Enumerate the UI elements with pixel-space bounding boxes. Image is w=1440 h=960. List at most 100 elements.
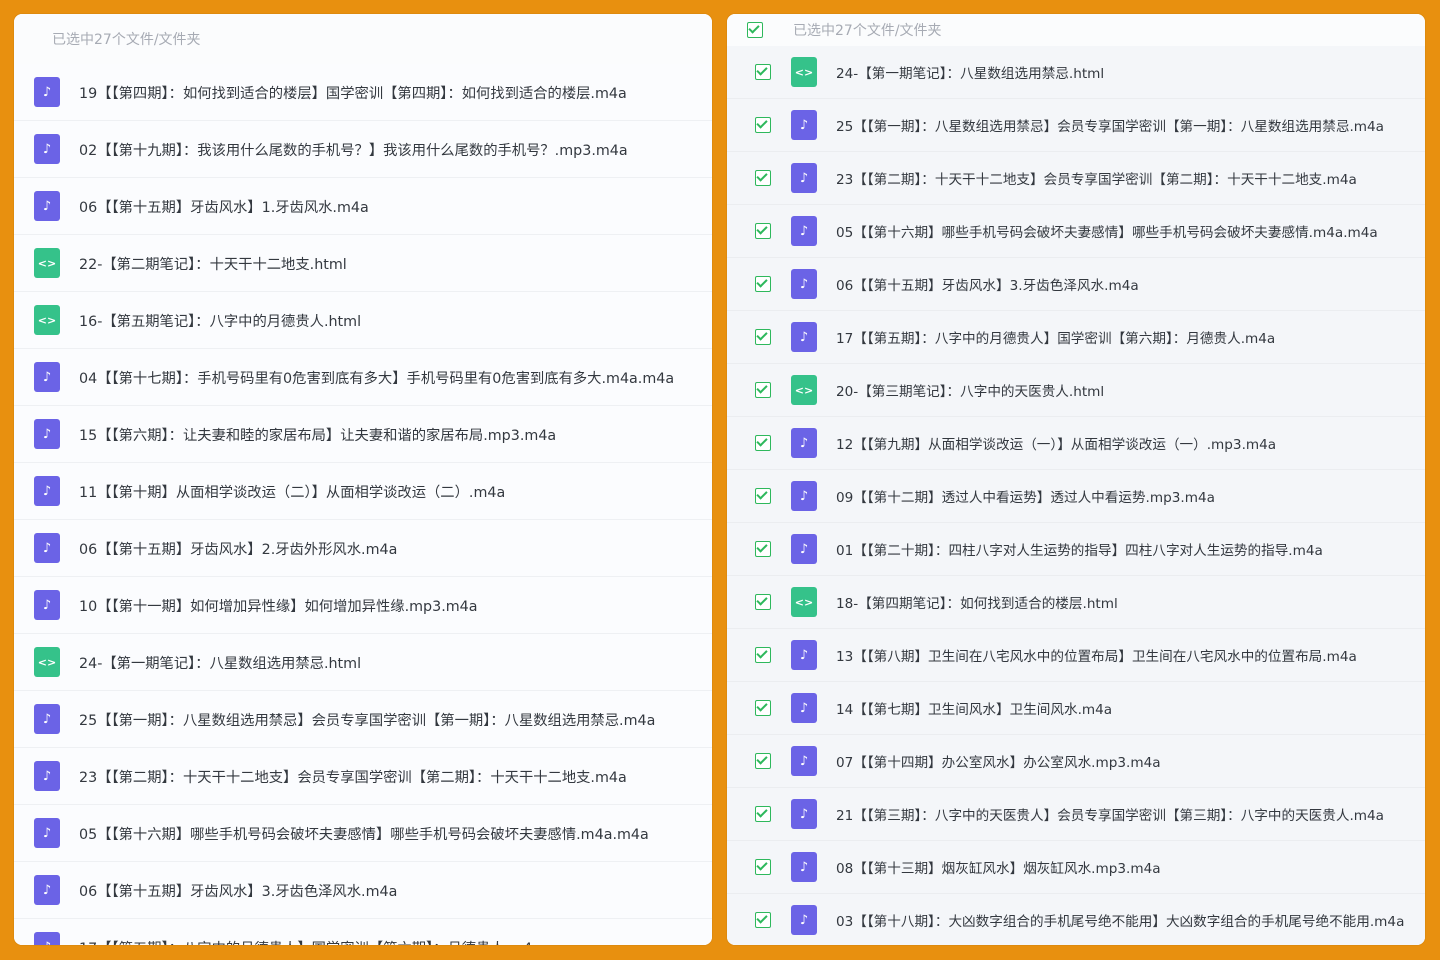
file-row[interactable]: ♪ 05【【第十六期】哪些手机号码会破坏夫妻感情】哪些手机号码会破坏夫妻感情.m4… <box>14 805 712 862</box>
audio-file-icon: ♪ <box>34 362 60 392</box>
file-row[interactable]: ♪ 04【【第十七期】：手机号码里有0危害到底有多大】手机号码里有0危害到底有多大… <box>14 349 712 406</box>
audio-file-icon: ♪ <box>791 216 817 246</box>
file-checkbox[interactable] <box>755 223 771 239</box>
file-name: 06【【第十五期】牙齿风水】3.牙齿色泽风水.m4a <box>836 278 1139 294</box>
selection-count-header: 已选中27个文件/文件夹 <box>727 14 1425 47</box>
audio-file-icon: ♪ <box>791 110 817 140</box>
file-name: 06【【第十五期】牙齿风水】1.牙齿风水.m4a <box>79 199 369 216</box>
html-file-icon: <> <box>34 647 60 677</box>
file-checkbox[interactable] <box>755 170 771 186</box>
file-row[interactable]: ♪ 17【【第五期】：八字中的月德贵人】国学密训【第六期】：月德贵人.m4a <box>14 919 712 945</box>
file-row[interactable]: ♪ 06【【第十五期】牙齿风水】2.牙齿外形风水.m4a <box>14 520 712 577</box>
file-name: 15【【第六期】：让夫妻和睦的家居布局】让夫妻和谐的家居布局.mp3.m4a <box>79 427 557 444</box>
file-name: 22-【第二期笔记】：十天干十二地支.html <box>79 256 347 273</box>
file-checkbox[interactable] <box>755 276 771 292</box>
audio-file-icon: ♪ <box>34 704 60 734</box>
file-row[interactable]: ♪ 07【【第十四期】办公室风水】办公室风水.mp3.m4a <box>727 735 1425 788</box>
file-name: 23【【第二期】：十天干十二地支】会员专享国学密训【第二期】：十天干十二地支.m… <box>836 172 1357 188</box>
file-checkbox[interactable] <box>755 753 771 769</box>
file-name: 03【【第十八期】：大凶数字组合的手机尾号绝不能用】大凶数字组合的手机尾号绝不能… <box>836 914 1405 930</box>
file-checkbox[interactable] <box>755 117 771 133</box>
file-row[interactable]: ♪ 06【【第十五期】牙齿风水】1.牙齿风水.m4a <box>14 178 712 235</box>
file-row[interactable]: ♪ 09【【第十二期】透过人中看运势】透过人中看运势.mp3.m4a <box>727 470 1425 523</box>
file-checkbox[interactable] <box>755 541 771 557</box>
file-row[interactable]: ♪ 25【【第一期】：八星数组选用禁忌】会员专享国学密训【第一期】：八星数组选用禁… <box>727 99 1425 152</box>
file-name: 10【【第十一期】如何增加异性缘】如何增加异性缘.mp3.m4a <box>79 598 478 615</box>
file-name: 16-【第五期笔记】：八字中的月德贵人.html <box>79 313 362 330</box>
file-name: 08【【第十三期】烟灰缸风水】烟灰缸风水.mp3.m4a <box>836 861 1161 877</box>
audio-file-icon: ♪ <box>791 693 817 723</box>
select-all-checkbox[interactable] <box>747 22 763 38</box>
file-row[interactable]: ♪ 13【【第八期】卫生间在八宅风水中的位置布局】卫生间在八宅风水中的位置布局.m… <box>727 629 1425 682</box>
file-checkbox[interactable] <box>755 64 771 80</box>
file-name: 20-【第三期笔记】：八字中的天医贵人.html <box>836 384 1105 400</box>
file-checkbox[interactable] <box>755 488 771 504</box>
file-name: 06【【第十五期】牙齿风水】3.牙齿色泽风水.m4a <box>79 883 398 900</box>
file-row[interactable]: ♪ 21【【第三期】：八字中的天医贵人】会员专享国学密训【第三期】：八字中的天医贵… <box>727 788 1425 841</box>
file-checkbox[interactable] <box>755 647 771 663</box>
file-row[interactable]: <> 20-【第三期笔记】：八字中的天医贵人.html <box>727 364 1425 417</box>
audio-file-icon: ♪ <box>791 428 817 458</box>
audio-file-icon: ♪ <box>791 640 817 670</box>
file-list: ♪ 19【【第四期】：如何找到适合的楼层】国学密训【第四期】：如何找到适合的楼层.… <box>14 64 712 945</box>
file-row[interactable]: ♪ 11【【第十期】从面相学谈改运（二）】从面相学谈改运（二）.m4a <box>14 463 712 520</box>
file-checkbox[interactable] <box>755 329 771 345</box>
audio-file-icon: ♪ <box>34 533 60 563</box>
file-name: 17【【第五期】：八字中的月德贵人】国学密训【第六期】：月德贵人.m4a <box>836 331 1276 347</box>
file-row[interactable]: ♪ 12【【第九期】从面相学谈改运（一）】从面相学谈改运（一）.mp3.m4a <box>727 417 1425 470</box>
file-name: 02【【第十九期】：我该用什么尾数的手机号？】我该用什么尾数的手机号？.mp3.… <box>79 142 628 159</box>
audio-file-icon: ♪ <box>34 932 60 945</box>
audio-file-icon: ♪ <box>791 852 817 882</box>
file-row[interactable]: <> 24-【第一期笔记】：八星数组选用禁忌.html <box>14 634 712 691</box>
file-name: 09【【第十二期】透过人中看运势】透过人中看运势.mp3.m4a <box>836 490 1215 506</box>
file-row[interactable]: <> 22-【第二期笔记】：十天干十二地支.html <box>14 235 712 292</box>
file-row[interactable]: ♪ 06【【第十五期】牙齿风水】3.牙齿色泽风水.m4a <box>727 258 1425 311</box>
file-row[interactable]: ♪ 19【【第四期】：如何找到适合的楼层】国学密训【第四期】：如何找到适合的楼层.… <box>14 64 712 121</box>
file-name: 21【【第三期】：八字中的天医贵人】会员专享国学密训【第三期】：八字中的天医贵人… <box>836 808 1384 824</box>
file-row[interactable]: ♪ 06【【第十五期】牙齿风水】3.牙齿色泽风水.m4a <box>14 862 712 919</box>
file-name: 11【【第十期】从面相学谈改运（二）】从面相学谈改运（二）.m4a <box>79 484 506 501</box>
file-row[interactable]: ♪ 23【【第二期】：十天干十二地支】会员专享国学密训【第二期】：十天干十二地支.… <box>727 152 1425 205</box>
file-row[interactable]: <> 18-【第四期笔记】：如何找到适合的楼层.html <box>727 576 1425 629</box>
file-row[interactable]: ♪ 08【【第十三期】烟灰缸风水】烟灰缸风水.mp3.m4a <box>727 841 1425 894</box>
file-checkbox[interactable] <box>755 806 771 822</box>
file-row[interactable]: ♪ 02【【第十九期】：我该用什么尾数的手机号？】我该用什么尾数的手机号？.mp3… <box>14 121 712 178</box>
file-checkbox[interactable] <box>755 912 771 928</box>
file-row[interactable]: ♪ 03【【第十八期】：大凶数字组合的手机尾号绝不能用】大凶数字组合的手机尾号绝不… <box>727 894 1425 945</box>
file-row[interactable]: ♪ 05【【第十六期】哪些手机号码会破坏夫妻感情】哪些手机号码会破坏夫妻感情.m4… <box>727 205 1425 258</box>
html-file-icon: <> <box>791 57 817 87</box>
file-row[interactable]: ♪ 10【【第十一期】如何增加异性缘】如何增加异性缘.mp3.m4a <box>14 577 712 634</box>
audio-file-icon: ♪ <box>34 77 60 107</box>
file-checkbox[interactable] <box>755 382 771 398</box>
audio-file-icon: ♪ <box>791 534 817 564</box>
html-file-icon: <> <box>791 375 817 405</box>
audio-file-icon: ♪ <box>791 269 817 299</box>
selection-count-header: 已选中27个文件/文件夹 <box>14 14 712 65</box>
file-name: 25【【第一期】：八星数组选用禁忌】会员专享国学密训【第一期】：八星数组选用禁忌… <box>836 119 1384 135</box>
file-checkbox[interactable] <box>755 700 771 716</box>
file-row[interactable]: ♪ 17【【第五期】：八字中的月德贵人】国学密训【第六期】：月德贵人.m4a <box>727 311 1425 364</box>
file-name: 24-【第一期笔记】：八星数组选用禁忌.html <box>79 655 362 672</box>
file-row[interactable]: ♪ 23【【第二期】：十天干十二地支】会员专享国学密训【第二期】：十天干十二地支.… <box>14 748 712 805</box>
file-checkbox[interactable] <box>755 594 771 610</box>
audio-file-icon: ♪ <box>791 905 817 935</box>
file-name: 05【【第十六期】哪些手机号码会破坏夫妻感情】哪些手机号码会破坏夫妻感情.m4a… <box>836 225 1378 241</box>
file-row[interactable]: ♪ 25【【第一期】：八星数组选用禁忌】会员专享国学密训【第一期】：八星数组选用禁… <box>14 691 712 748</box>
file-name: 07【【第十四期】办公室风水】办公室风水.mp3.m4a <box>836 755 1161 771</box>
file-name: 06【【第十五期】牙齿风水】2.牙齿外形风水.m4a <box>79 541 398 558</box>
html-file-icon: <> <box>791 587 817 617</box>
file-checkbox[interactable] <box>755 435 771 451</box>
audio-file-icon: ♪ <box>34 875 60 905</box>
file-checkbox[interactable] <box>755 859 771 875</box>
file-row[interactable]: ♪ 15【【第六期】：让夫妻和睦的家居布局】让夫妻和谐的家居布局.mp3.m4a <box>14 406 712 463</box>
html-file-icon: <> <box>34 248 60 278</box>
audio-file-icon: ♪ <box>34 134 60 164</box>
right-file-panel: 已选中27个文件/文件夹 <> 24-【第一期笔记】：八星数组选用禁忌.html ♪… <box>727 14 1425 945</box>
file-row[interactable]: <> 16-【第五期笔记】：八字中的月德贵人.html <box>14 292 712 349</box>
audio-file-icon: ♪ <box>791 746 817 776</box>
file-row[interactable]: ♪ 01【【第二十期】：四柱八字对人生运势的指导】四柱八字对人生运势的指导.m4a <box>727 523 1425 576</box>
file-row[interactable]: ♪ 14【【第七期】卫生间风水】卫生间风水.m4a <box>727 682 1425 735</box>
file-list: <> 24-【第一期笔记】：八星数组选用禁忌.html ♪ 25【【第一期】：八星数组… <box>727 46 1425 945</box>
file-row[interactable]: <> 24-【第一期笔记】：八星数组选用禁忌.html <box>727 46 1425 99</box>
audio-file-icon: ♪ <box>34 476 60 506</box>
